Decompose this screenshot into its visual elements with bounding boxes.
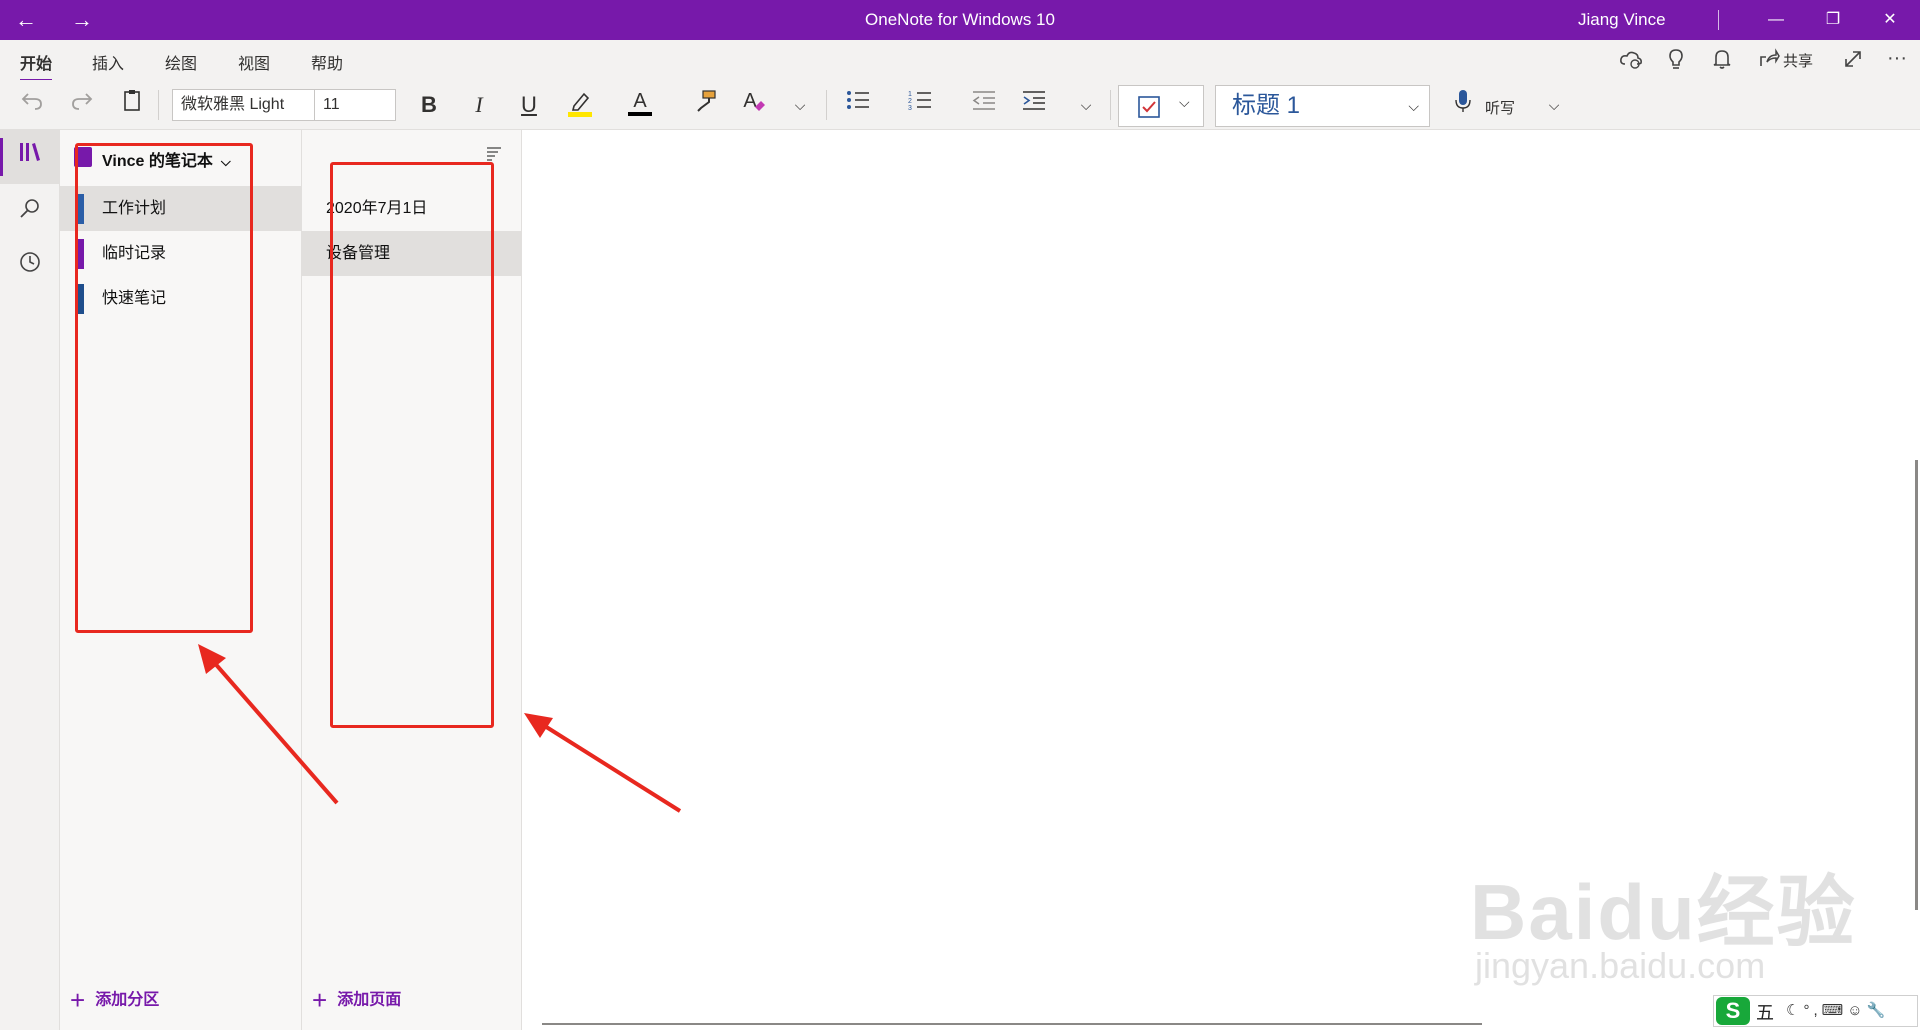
recent-clock-icon[interactable] [0, 240, 60, 294]
tab-home[interactable]: 开始 [20, 50, 53, 82]
decrease-indent-icon[interactable] [966, 88, 1002, 122]
add-section-button[interactable]: + 添加分区 [70, 985, 159, 1016]
sync-status-icon[interactable] [1617, 48, 1645, 72]
paste-button[interactable] [114, 88, 150, 122]
sogou-logo-icon[interactable]: S [1716, 997, 1750, 1025]
font-name-input[interactable]: 微软雅黑 Light [172, 89, 314, 121]
format-painter-icon[interactable] [688, 88, 724, 122]
watermark-url: jingyan.baidu.com [1475, 945, 1766, 986]
canvas-horizontal-scrollbar[interactable] [542, 1023, 1482, 1025]
ime-mode[interactable]: 五 [1756, 999, 1774, 1025]
svg-text:2: 2 [908, 98, 912, 105]
font-size-input[interactable]: 11 [314, 89, 396, 121]
add-page-label: 添加页面 [337, 991, 402, 1009]
svg-text:A: A [633, 90, 647, 112]
canvas-vertical-scrollbar[interactable] [1915, 460, 1918, 910]
fullscreen-icon[interactable] [1839, 48, 1867, 72]
ime-tool-icons[interactable]: ☾°,⌨☺🔧 [1786, 1001, 1889, 1019]
font-color-button[interactable]: A [622, 88, 658, 122]
share-label[interactable]: 共享 [1783, 50, 1813, 71]
paragraph-more-chevron-icon[interactable]: ⌵ [1072, 88, 1100, 122]
toolbar-separator [1110, 90, 1111, 120]
highlight-button[interactable] [562, 88, 598, 122]
svg-text:3: 3 [908, 105, 912, 112]
italic-button[interactable]: I [462, 88, 496, 122]
bold-button[interactable]: B [412, 88, 446, 122]
clear-formatting-icon[interactable]: A [736, 88, 772, 122]
title-separator [1718, 10, 1719, 30]
navigation-rail [0, 130, 60, 1030]
user-name[interactable]: Jiang Vince [1578, 0, 1666, 40]
numbering-icon[interactable]: 123 [902, 88, 938, 122]
ribbon-toolbar: 微软雅黑 Light 11 B I U A A ⌵ 123 ⌵ ⌵ 标题 1 ⌵… [0, 80, 1920, 130]
add-page-button[interactable]: + 添加页面 [312, 985, 401, 1016]
microphone-icon[interactable] [1448, 88, 1478, 122]
share-icon[interactable] [1755, 48, 1783, 72]
notebooks-icon[interactable] [0, 130, 60, 184]
increase-indent-icon[interactable] [1016, 88, 1052, 122]
redo-button[interactable] [64, 88, 100, 122]
chevron-down-icon: ⌵ [1408, 98, 1419, 114]
tab-view[interactable]: 视图 [238, 50, 270, 74]
close-button[interactable]: ✕ [1862, 0, 1918, 40]
search-icon[interactable] [0, 186, 60, 240]
ime-toolbar[interactable]: S 五 ☾°,⌨☺🔧 [1713, 995, 1918, 1027]
undo-button[interactable] [14, 88, 50, 122]
lightbulb-icon[interactable] [1662, 48, 1690, 72]
more-options-icon[interactable]: ··· [1883, 48, 1911, 72]
minimize-button[interactable]: — [1748, 0, 1804, 40]
dictate-label[interactable]: 听写 [1485, 97, 1515, 118]
svg-text:1: 1 [908, 91, 912, 98]
underline-button[interactable]: U [512, 88, 546, 122]
toolbar-separator [158, 90, 159, 120]
toolbar-separator [826, 90, 827, 120]
svg-text:A: A [743, 90, 757, 112]
style-value: 标题 1 [1232, 92, 1301, 119]
onenote-window: ← → OneNote for Windows 10 Jiang Vince —… [0, 0, 1920, 1030]
chevron-down-icon: ⌵ [1179, 94, 1190, 110]
annotation-box-sections [75, 143, 253, 633]
title-bar: ← → OneNote for Windows 10 Jiang Vince —… [0, 0, 1920, 40]
bell-icon[interactable] [1708, 48, 1736, 72]
tab-help[interactable]: 帮助 [311, 50, 343, 74]
tab-draw[interactable]: 绘图 [165, 50, 197, 74]
plus-icon: + [70, 985, 86, 1015]
plus-icon: + [312, 985, 328, 1015]
tab-insert[interactable]: 插入 [92, 50, 124, 74]
add-section-label: 添加分区 [95, 991, 160, 1009]
restore-button[interactable]: ❐ [1805, 0, 1861, 40]
todo-tag-dropdown[interactable]: ⌵ [1118, 85, 1204, 127]
annotation-box-pages [330, 162, 494, 728]
dictate-chevron-icon[interactable]: ⌵ [1540, 88, 1568, 122]
checkbox-icon [1138, 96, 1160, 118]
font-more-chevron-icon[interactable]: ⌵ [786, 88, 814, 122]
bullets-icon[interactable] [840, 88, 876, 122]
style-dropdown[interactable]: 标题 1 ⌵ [1215, 85, 1430, 127]
